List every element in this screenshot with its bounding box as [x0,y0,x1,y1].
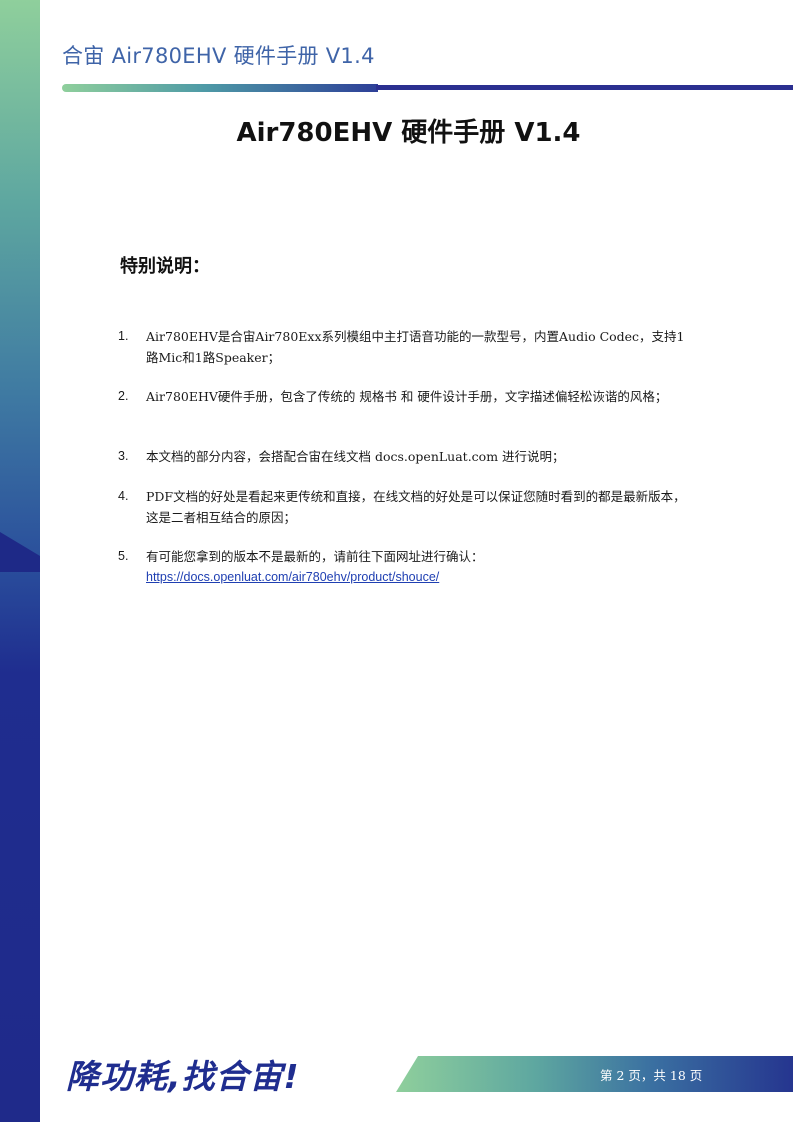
header-divider-gradient [62,84,378,92]
note-number: 3. [118,449,129,463]
header-divider-line [376,85,793,90]
footer-band [396,1056,793,1092]
note-number: 2. [118,389,129,403]
note-number: 5. [118,549,129,563]
docs-link[interactable]: https://docs.openluat.com/air780ehv/prod… [146,567,686,588]
section-heading: 特别说明： [120,256,210,277]
header-divider [62,84,793,92]
document-title: Air780EHV 硬件手册 V1.4 [236,118,581,148]
note-text: Air780EHV是合宙Air780Exx系列模组中主打语音功能的一款型号，内置… [146,329,685,365]
running-header-title: 合宙 Air780EHV 硬件手册 V1.4 [62,44,375,68]
note-text: 本文档的部分内容，会搭配合宙在线文档 docs.openLuat.com 进行说… [146,449,565,464]
note-text: Air780EHV硬件手册，包含了传统的 规格书 和 硬件设计手册，文字描述偏轻… [146,389,668,404]
note-text: PDF文档的好处是看起来更传统和直接，在线文档的好处是可以保证您随时看到的都是最… [146,489,686,525]
page-number: 第 2 页，共 18 页 [600,1068,703,1083]
footer-slogan: 降功耗,找合宙! [66,1057,300,1096]
note-number: 1. [118,329,129,343]
note-body: 有可能您拿到的版本不是最新的，请前往下面网址进行确认： https://docs… [146,546,686,588]
note-text: 有可能您拿到的版本不是最新的，请前往下面网址进行确认： [146,549,484,564]
note-number: 4. [118,489,129,503]
